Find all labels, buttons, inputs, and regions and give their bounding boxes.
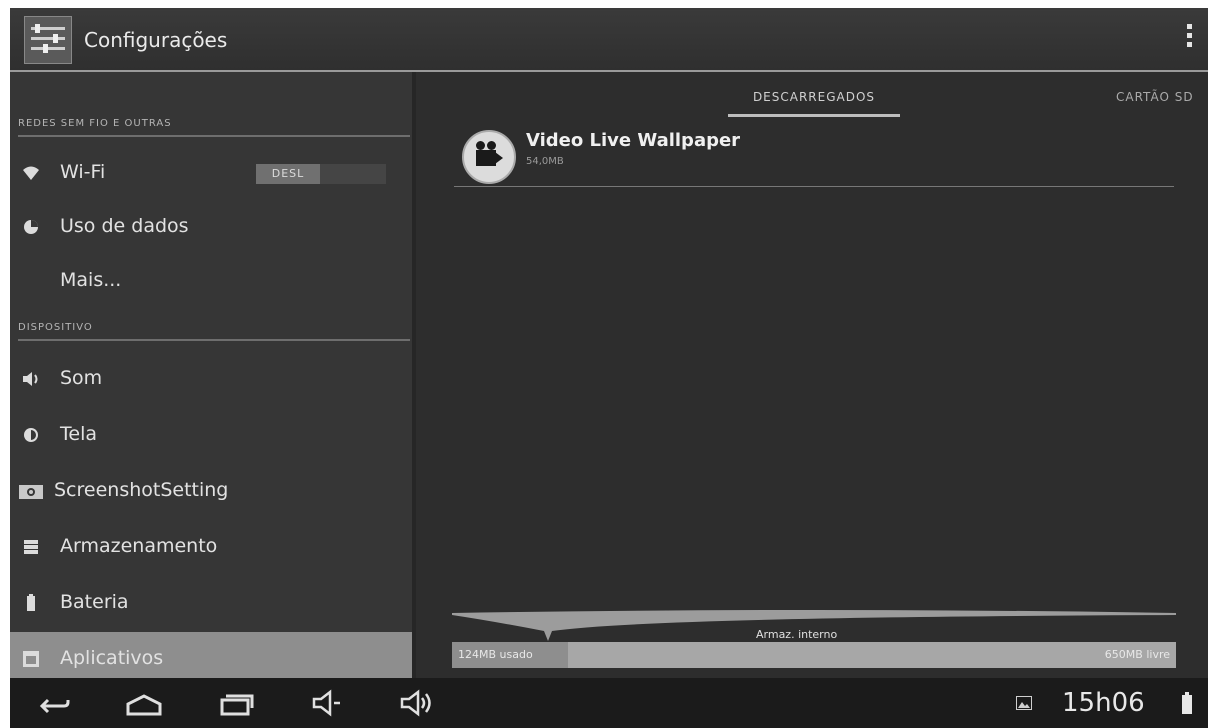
storage-usage-bar: 124MB usado 650MB livre bbox=[452, 642, 1176, 668]
storage-label: Armaz. interno bbox=[756, 628, 838, 641]
volume-down-icon[interactable] bbox=[308, 688, 348, 718]
action-bar: Configurações bbox=[10, 8, 1208, 72]
sidebar-item-label: Wi-Fi bbox=[60, 161, 106, 183]
brightness-icon bbox=[24, 428, 38, 442]
apps-icon bbox=[23, 651, 39, 667]
page-title: Configurações bbox=[84, 28, 228, 52]
camera-icon bbox=[19, 485, 43, 499]
recent-apps-icon[interactable] bbox=[216, 688, 256, 718]
sidebar-item-storage[interactable]: Armazenamento bbox=[10, 520, 412, 574]
section-header-device: DISPOSITIVO bbox=[18, 322, 410, 341]
sidebar-item-label: Bateria bbox=[60, 591, 129, 613]
home-icon[interactable] bbox=[124, 688, 164, 718]
sidebar-item-label: Armazenamento bbox=[60, 535, 218, 557]
sidebar-item-wifi[interactable]: Wi-Fi DESL bbox=[10, 146, 412, 200]
sidebar-item-label: Aplicativos bbox=[60, 647, 164, 669]
sidebar-item-label: Tela bbox=[60, 423, 97, 445]
app-list-item[interactable]: Video Live Wallpaper 54,0MB bbox=[454, 124, 1174, 187]
wifi-icon bbox=[23, 166, 39, 180]
gallery-icon bbox=[1016, 696, 1032, 710]
battery-icon bbox=[1182, 692, 1192, 714]
sidebar-item-battery[interactable]: Bateria bbox=[10, 576, 412, 630]
overflow-menu-icon[interactable] bbox=[1184, 24, 1194, 54]
settings-sidebar: REDES SEM FIO E OUTRAS Wi-Fi DESL Uso de… bbox=[10, 72, 416, 686]
sidebar-item-more[interactable]: Mais... bbox=[10, 254, 412, 308]
app-name: Video Live Wallpaper bbox=[526, 130, 741, 151]
apps-list-pane: DESCARREGADOS CARTÃO SD Video Live Wallp… bbox=[416, 72, 1208, 678]
storage-used-label: 124MB usado bbox=[458, 648, 533, 661]
video-camera-icon bbox=[462, 130, 516, 184]
tab-sd-card[interactable]: CARTÃO SD bbox=[1116, 90, 1194, 104]
sidebar-item-data-usage[interactable]: Uso de dados bbox=[10, 200, 412, 254]
sidebar-item-label: Som bbox=[60, 367, 103, 389]
system-nav-bar: 15h06 bbox=[10, 678, 1208, 728]
volume-up-icon[interactable] bbox=[396, 688, 436, 718]
back-icon[interactable] bbox=[34, 688, 74, 718]
sidebar-item-screenshot[interactable]: ScreenshotSetting bbox=[10, 464, 412, 518]
speaker-icon bbox=[23, 372, 38, 386]
sidebar-item-label: ScreenshotSetting bbox=[54, 479, 229, 501]
app-size: 54,0MB bbox=[526, 156, 564, 167]
sidebar-item-label: Mais... bbox=[60, 269, 122, 291]
storage-icon bbox=[24, 540, 38, 554]
battery-icon bbox=[27, 594, 35, 611]
clock: 15h06 bbox=[1062, 688, 1145, 718]
data-usage-icon bbox=[24, 220, 38, 234]
android-tablet-screen: Configurações REDES SEM FIO E OUTRAS Wi-… bbox=[10, 8, 1208, 728]
settings-sliders-icon bbox=[24, 16, 72, 64]
sidebar-item-sound[interactable]: Som bbox=[10, 352, 412, 406]
sidebar-item-display[interactable]: Tela bbox=[10, 408, 412, 462]
storage-free-label: 650MB livre bbox=[1104, 648, 1170, 661]
section-header-wireless: REDES SEM FIO E OUTRAS bbox=[18, 118, 410, 137]
tab-downloaded[interactable]: DESCARREGADOS bbox=[728, 90, 900, 117]
sidebar-item-label: Uso de dados bbox=[60, 215, 189, 237]
wifi-toggle-state: DESL bbox=[256, 164, 320, 184]
wifi-toggle[interactable]: DESL bbox=[256, 164, 386, 184]
